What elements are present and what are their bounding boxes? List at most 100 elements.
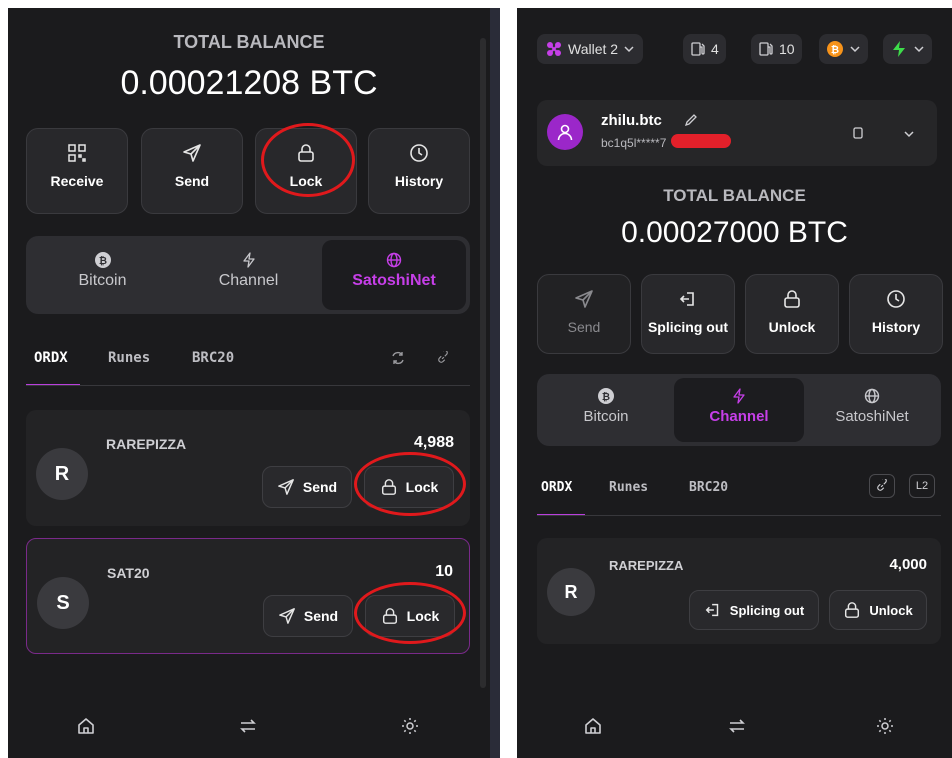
globe-icon xyxy=(386,252,402,268)
gear-icon[interactable] xyxy=(875,716,895,736)
svg-text:₿: ₿ xyxy=(98,255,106,267)
asset-tab-ordx[interactable]: ORDX xyxy=(34,350,68,366)
lightning-icon xyxy=(893,41,905,57)
asset-send-button[interactable]: Send xyxy=(263,595,353,637)
fee-chip-high[interactable]: 10 xyxy=(751,34,802,64)
history-button[interactable]: History xyxy=(368,128,470,214)
asset-tab-brc20[interactable]: BRC20 xyxy=(689,480,728,495)
tab-bitcoin[interactable]: ₿ Bitcoin xyxy=(541,378,671,442)
asset-card[interactable]: R RAREPIZZA 4,000 Splicing out Unlock xyxy=(537,538,941,644)
tab-channel-label: Channel xyxy=(709,408,769,425)
home-icon[interactable] xyxy=(583,716,603,736)
asset-unlock-button[interactable]: Unlock xyxy=(829,590,927,630)
history-button[interactable]: History xyxy=(849,274,943,354)
left-wallet-panel: TOTAL BALANCE 0.00021208 BTC Receive Sen… xyxy=(8,8,490,758)
tab-bitcoin-label: Bitcoin xyxy=(78,272,127,289)
network-selector[interactable]: ₿ xyxy=(819,34,868,64)
total-balance-value: 0.00027000 BTC xyxy=(621,216,848,249)
send-icon xyxy=(575,290,593,308)
link-button[interactable] xyxy=(869,474,895,498)
link-icon xyxy=(877,479,887,491)
asset-tab-ordx[interactable]: ORDX xyxy=(541,480,572,495)
bitcoin-icon: ₿ xyxy=(827,41,843,57)
total-balance-label: TOTAL BALANCE xyxy=(173,32,325,52)
chevron-down-icon xyxy=(624,46,634,53)
tab-bitcoin[interactable]: ₿ Bitcoin xyxy=(30,240,175,310)
swap-icon[interactable] xyxy=(238,716,258,736)
copy-icon[interactable] xyxy=(851,126,865,140)
tab-channel-label: Channel xyxy=(218,272,279,289)
tab-bitcoin-label: Bitcoin xyxy=(583,408,629,425)
asset-tab-runes[interactable]: Runes xyxy=(108,350,150,366)
asset-tab-brc20[interactable]: BRC20 xyxy=(192,350,234,366)
splicing-out-button[interactable]: Splicing out xyxy=(641,274,735,354)
history-label: History xyxy=(394,173,444,189)
unlock-button[interactable]: Unlock xyxy=(745,274,839,354)
svg-text:₿: ₿ xyxy=(602,391,610,403)
asset-splicing-out-label: Splicing out xyxy=(729,602,805,618)
send-button[interactable]: Send xyxy=(537,274,631,354)
tab-channel[interactable]: Channel xyxy=(674,378,804,442)
total-balance-value: 0.00021208 BTC xyxy=(120,64,378,102)
bitcoin-icon: ₿ xyxy=(598,388,614,404)
user-icon xyxy=(557,124,573,141)
unlock-icon xyxy=(784,290,800,308)
send-label: Send xyxy=(567,319,601,335)
swap-icon[interactable] xyxy=(727,716,747,736)
asset-send-button[interactable]: Send xyxy=(262,466,352,508)
send-label: Send xyxy=(174,173,210,189)
receive-button[interactable]: Receive xyxy=(26,128,128,214)
clock-icon xyxy=(887,290,905,308)
splice-out-icon xyxy=(679,292,694,306)
asset-splicing-out-button[interactable]: Splicing out xyxy=(689,590,819,630)
home-icon[interactable] xyxy=(76,716,96,736)
edit-icon[interactable] xyxy=(683,112,699,128)
account-card: zhilu.btc bc1q5l*****7 xyxy=(537,100,937,166)
splice-out-icon xyxy=(705,603,719,617)
wallet-logo-icon xyxy=(547,42,561,56)
wallet-name: Wallet 2 xyxy=(568,41,619,57)
panel-divider xyxy=(490,8,500,758)
asset-send-label: Send xyxy=(303,608,339,624)
fee-high-value: 10 xyxy=(779,41,795,57)
fee-chip-low[interactable]: 4 xyxy=(683,34,726,64)
history-label: History xyxy=(871,319,921,335)
gear-icon[interactable] xyxy=(400,716,420,736)
l2-button[interactable]: L2 xyxy=(909,474,935,498)
tab-satoshinet-label: SatoshiNet xyxy=(835,408,909,425)
asset-send-label: Send xyxy=(302,479,338,495)
wallet-selector[interactable]: Wallet 2 xyxy=(537,34,644,64)
chevron-down-icon[interactable] xyxy=(903,128,915,140)
highlight-circle xyxy=(354,452,466,516)
scrollbar[interactable] xyxy=(480,38,486,688)
bottom-nav xyxy=(8,694,490,758)
avatar: R xyxy=(547,568,595,616)
send-icon xyxy=(183,144,201,162)
avatar: R xyxy=(36,448,88,500)
asset-tab-runes[interactable]: Runes xyxy=(609,480,648,495)
receive-label: Receive xyxy=(50,173,104,189)
link-icon[interactable] xyxy=(436,351,450,365)
avatar xyxy=(547,114,583,150)
asset-amount: 4,988 xyxy=(413,434,454,451)
account-address: bc1q5l*****7 xyxy=(601,136,667,150)
refresh-icon[interactable] xyxy=(390,350,406,366)
fuel-pump-icon xyxy=(759,42,773,56)
clock-icon xyxy=(410,144,428,162)
tab-channel[interactable]: Channel xyxy=(176,240,321,310)
lightning-selector[interactable] xyxy=(883,34,932,64)
bitcoin-icon: ₿ xyxy=(94,252,111,268)
tab-satoshinet[interactable]: SatoshiNet xyxy=(807,378,937,442)
lightning-icon xyxy=(242,252,255,268)
network-switch: ₿ Bitcoin Channel SatoshiNet xyxy=(537,374,941,446)
bottom-nav xyxy=(517,694,952,758)
tab-satoshinet[interactable]: SatoshiNet xyxy=(322,240,466,310)
send-button[interactable]: Send xyxy=(141,128,243,214)
highlight-circle xyxy=(354,582,466,644)
account-name: zhilu.btc xyxy=(601,112,662,129)
lightning-icon xyxy=(733,388,745,404)
asset-name: SAT20 xyxy=(107,565,150,581)
tab-satoshinet-label: SatoshiNet xyxy=(352,272,436,289)
right-wallet-panel: Wallet 2 4 10 ₿ zhilu.btc bc1q5l*****7 T… xyxy=(517,8,952,758)
asset-unlock-label: Unlock xyxy=(869,602,913,618)
